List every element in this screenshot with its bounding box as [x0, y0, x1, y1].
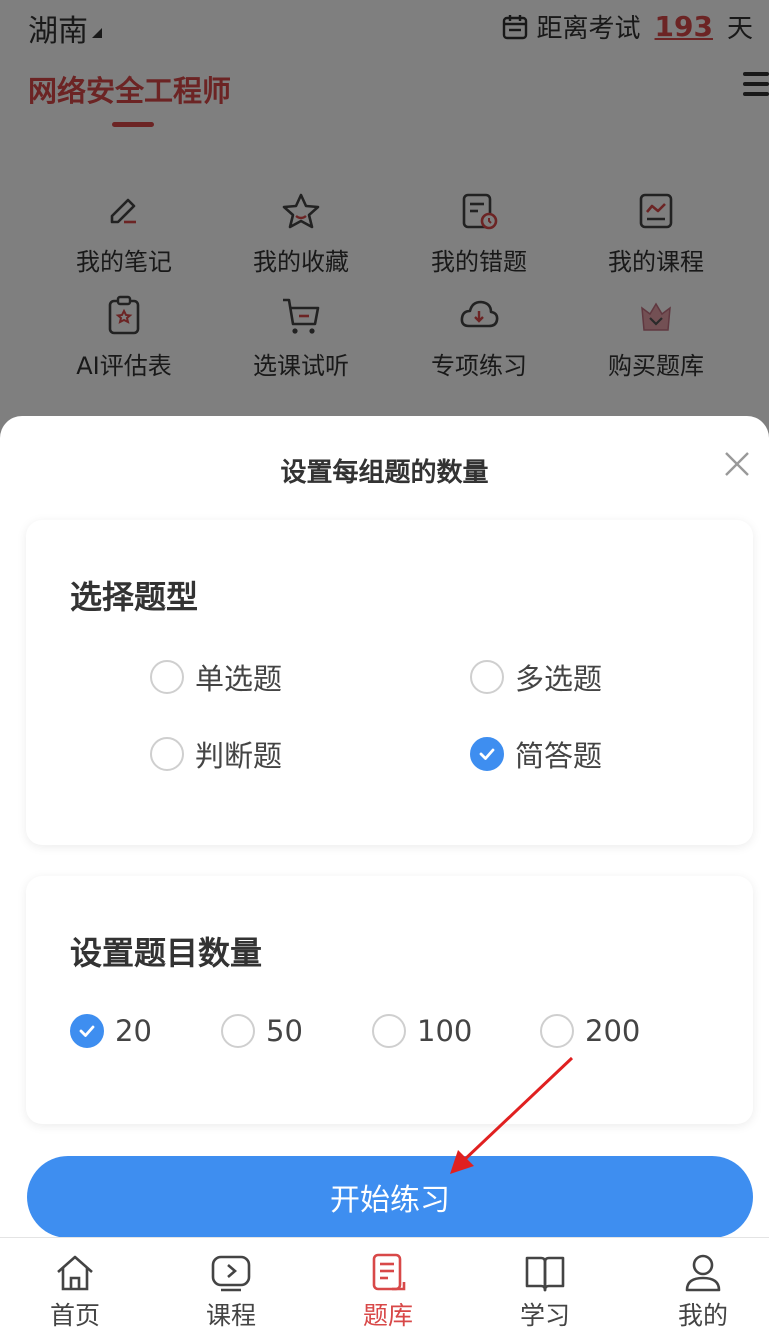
nav-label: 学习: [519, 1301, 570, 1330]
option-label: 200: [585, 1014, 641, 1048]
option-label: 100: [417, 1014, 473, 1048]
radio-circle: [150, 737, 184, 771]
question-count-card: 设置题目数量 20 50 100 200: [26, 876, 753, 1124]
nav-study[interactable]: 学习: [485, 1252, 605, 1332]
question-type-card: 选择题型 单选题 多选题 判断题 简答题: [26, 520, 753, 845]
nav-profile[interactable]: 我的: [643, 1252, 763, 1332]
option-single-choice[interactable]: 单选题: [150, 656, 282, 698]
radio-circle: [470, 660, 504, 694]
close-icon[interactable]: [723, 450, 751, 478]
checkmark-icon: [470, 737, 504, 771]
question-bank-icon: [372, 1253, 406, 1291]
bottom-nav: 首页 课程 题库 学习 我的: [0, 1237, 769, 1333]
option-label: 单选题: [195, 662, 283, 696]
count-option-100[interactable]: 100: [372, 1014, 472, 1048]
play-screen-icon: [211, 1255, 251, 1292]
question-type-heading: 选择题型: [70, 578, 199, 616]
start-practice-button[interactable]: 开始练习: [27, 1156, 753, 1238]
radio-circle: [150, 660, 184, 694]
question-settings-sheet: 设置每组题的数量 选择题型 单选题 多选题 判断题 简答题 设置题目数量 20 …: [0, 416, 769, 1238]
nav-courses[interactable]: 课程: [171, 1252, 291, 1332]
option-label: 判断题: [195, 739, 283, 773]
option-label: 简答题: [515, 739, 603, 773]
option-multiple-choice[interactable]: 多选题: [470, 656, 602, 698]
option-short-answer[interactable]: 简答题: [470, 733, 602, 775]
option-label: 20: [115, 1014, 152, 1048]
home-icon: [57, 1255, 93, 1291]
checkmark-icon: [70, 1014, 104, 1048]
user-icon: [685, 1254, 721, 1292]
nav-label: 我的: [677, 1301, 728, 1330]
nav-label: 首页: [49, 1301, 100, 1330]
count-option-200[interactable]: 200: [540, 1014, 640, 1048]
option-true-false[interactable]: 判断题: [150, 733, 282, 775]
nav-question-bank[interactable]: 题库: [328, 1252, 448, 1332]
question-count-heading: 设置题目数量: [70, 934, 263, 972]
nav-home[interactable]: 首页: [15, 1252, 135, 1332]
option-label: 多选题: [515, 662, 603, 696]
radio-circle: [540, 1014, 574, 1048]
count-option-50[interactable]: 50: [221, 1014, 303, 1048]
open-book-icon: [525, 1256, 565, 1292]
radio-circle: [372, 1014, 406, 1048]
sheet-title: 设置每组题的数量: [280, 458, 489, 488]
radio-circle: [221, 1014, 255, 1048]
nav-label: 课程: [205, 1301, 256, 1330]
count-option-20[interactable]: 20: [70, 1014, 152, 1048]
option-label: 50: [266, 1014, 303, 1048]
nav-label: 题库: [362, 1301, 413, 1330]
